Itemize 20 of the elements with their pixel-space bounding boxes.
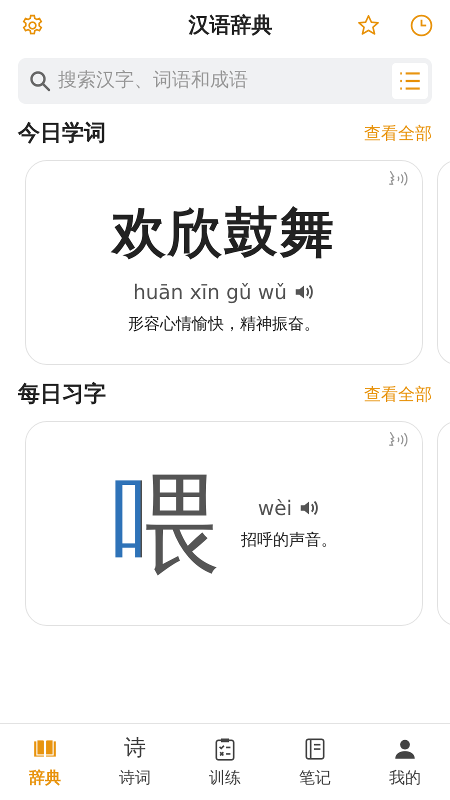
word-text: 欢欣鼓舞: [112, 200, 336, 266]
meaning-text: 形容心情愉快，精神振奋。: [128, 314, 320, 334]
clock-icon[interactable]: [409, 12, 434, 38]
tab[interactable]: 我的: [370, 736, 440, 788]
pinyin-text: huān xīn gǔ wǔ: [133, 280, 287, 304]
tab[interactable]: 训练: [190, 736, 260, 788]
star-icon[interactable]: [356, 12, 381, 38]
app-title: 汉语辞典: [187, 12, 274, 39]
tab[interactable]: 笔记: [280, 736, 350, 788]
section-title: 每日习字: [18, 380, 106, 409]
poem-icon: 诗: [124, 736, 146, 762]
search-icon: [28, 69, 52, 93]
list-button[interactable]: [392, 63, 428, 99]
settings-icon[interactable]: [20, 12, 45, 38]
search-bar[interactable]: 搜索汉字、词语和成语: [18, 58, 432, 104]
pinyin-text: wèi: [258, 496, 292, 520]
meaning-text: 招呼的声音。: [241, 530, 337, 551]
section-title: 今日学词: [18, 120, 106, 148]
tab[interactable]: 诗 诗词: [100, 736, 170, 788]
search-field[interactable]: 搜索汉字、词语和成语: [56, 69, 392, 93]
